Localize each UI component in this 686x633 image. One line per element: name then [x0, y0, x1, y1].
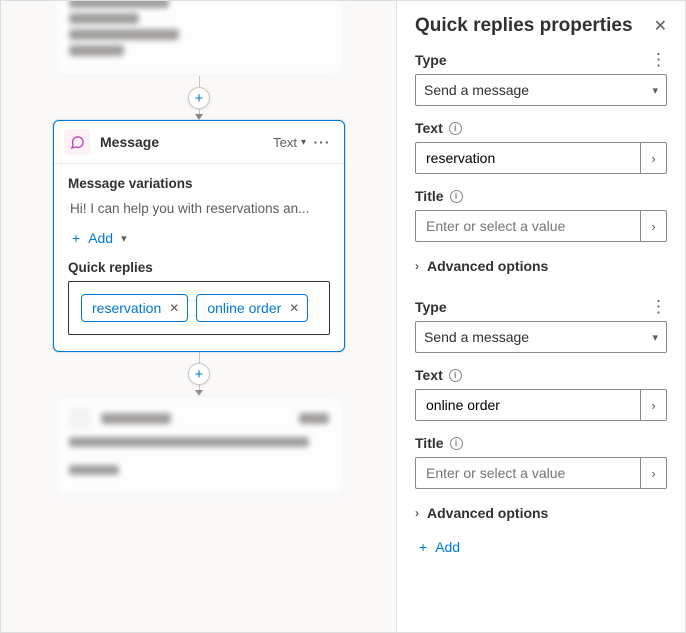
type-select[interactable]: Send a message ▾: [415, 321, 667, 353]
reply-more-menu[interactable]: ⋮: [650, 298, 667, 315]
text-input-field[interactable]: [424, 149, 640, 167]
chevron-down-icon: ▾: [301, 137, 306, 148]
type-label: Type: [415, 299, 447, 315]
chevron-down-icon: ▾: [652, 331, 658, 344]
text-label: Text: [415, 367, 443, 383]
properties-panel: Quick replies properties ✕ Type ⋮ Send a…: [397, 1, 685, 632]
type-select[interactable]: Send a message ▾: [415, 74, 667, 106]
chevron-down-icon: ▾: [121, 232, 127, 245]
add-reply-label: Add: [435, 539, 460, 555]
advanced-options-toggle[interactable]: › Advanced options: [415, 505, 667, 521]
quick-replies-container[interactable]: reservation ✕ online order ✕: [68, 281, 330, 335]
add-reply-button[interactable]: + Add: [415, 535, 667, 559]
message-type-dropdown[interactable]: Text ▾: [269, 133, 310, 152]
arrow-right-icon[interactable]: ›: [640, 390, 666, 420]
message-variation-text[interactable]: Hi! I can help you with reservations an.…: [68, 197, 330, 226]
add-variation-button[interactable]: + Add ▾: [68, 226, 330, 250]
add-node-button[interactable]: +: [188, 363, 210, 385]
quick-reply-chip[interactable]: online order ✕: [196, 294, 308, 322]
type-value: Send a message: [424, 329, 529, 345]
advanced-options-label: Advanced options: [427, 258, 548, 274]
chip-remove-icon[interactable]: ✕: [289, 301, 299, 315]
add-variation-label: Add: [88, 230, 113, 246]
title-input[interactable]: ›: [415, 457, 667, 489]
arrow-right-icon[interactable]: ›: [640, 143, 666, 173]
advanced-options-label: Advanced options: [427, 505, 548, 521]
blurred-node-bottom: [54, 396, 344, 495]
message-icon: [64, 129, 90, 155]
info-icon[interactable]: i: [450, 437, 463, 450]
close-icon[interactable]: ✕: [654, 16, 667, 36]
type-value: Send a message: [424, 82, 529, 98]
chip-label: reservation: [92, 300, 161, 316]
arrow-right-icon[interactable]: ›: [640, 458, 666, 488]
info-icon[interactable]: i: [449, 369, 462, 382]
advanced-options-toggle[interactable]: › Advanced options: [415, 258, 667, 274]
plus-icon: +: [419, 539, 427, 555]
title-input[interactable]: ›: [415, 210, 667, 242]
chip-label: online order: [207, 300, 281, 316]
message-node-title: Message: [100, 134, 269, 150]
blurred-node-top: [54, 1, 344, 76]
title-input-field[interactable]: [424, 464, 640, 482]
quick-reply-chip[interactable]: reservation ✕: [81, 294, 188, 322]
connector: +: [41, 76, 357, 120]
title-label: Title: [415, 435, 444, 451]
variations-label: Message variations: [68, 176, 330, 191]
message-node[interactable]: Message Text ▾ ··· Message variations Hi…: [53, 120, 345, 352]
title-input-field[interactable]: [424, 217, 640, 235]
text-input-field[interactable]: [424, 396, 640, 414]
info-icon[interactable]: i: [449, 122, 462, 135]
text-input[interactable]: ›: [415, 389, 667, 421]
chevron-down-icon: ▾: [652, 84, 658, 97]
flow-canvas: + Message Text ▾ ··· Message variations …: [1, 1, 397, 632]
chevron-right-icon: ›: [415, 259, 419, 273]
panel-title: Quick replies properties: [415, 15, 633, 37]
chip-remove-icon[interactable]: ✕: [169, 301, 179, 315]
chevron-right-icon: ›: [415, 506, 419, 520]
text-input[interactable]: ›: [415, 142, 667, 174]
connector: +: [41, 352, 357, 396]
title-label: Title: [415, 188, 444, 204]
text-label: Text: [415, 120, 443, 136]
message-node-header: Message Text ▾ ···: [54, 121, 344, 164]
message-more-menu[interactable]: ···: [310, 134, 334, 150]
quick-replies-label: Quick replies: [68, 260, 330, 275]
plus-icon: +: [72, 230, 80, 246]
info-icon[interactable]: i: [450, 190, 463, 203]
message-type-label: Text: [273, 135, 297, 150]
add-node-button[interactable]: +: [188, 87, 210, 109]
type-label: Type: [415, 52, 447, 68]
arrow-right-icon[interactable]: ›: [640, 211, 666, 241]
reply-more-menu[interactable]: ⋮: [650, 51, 667, 68]
